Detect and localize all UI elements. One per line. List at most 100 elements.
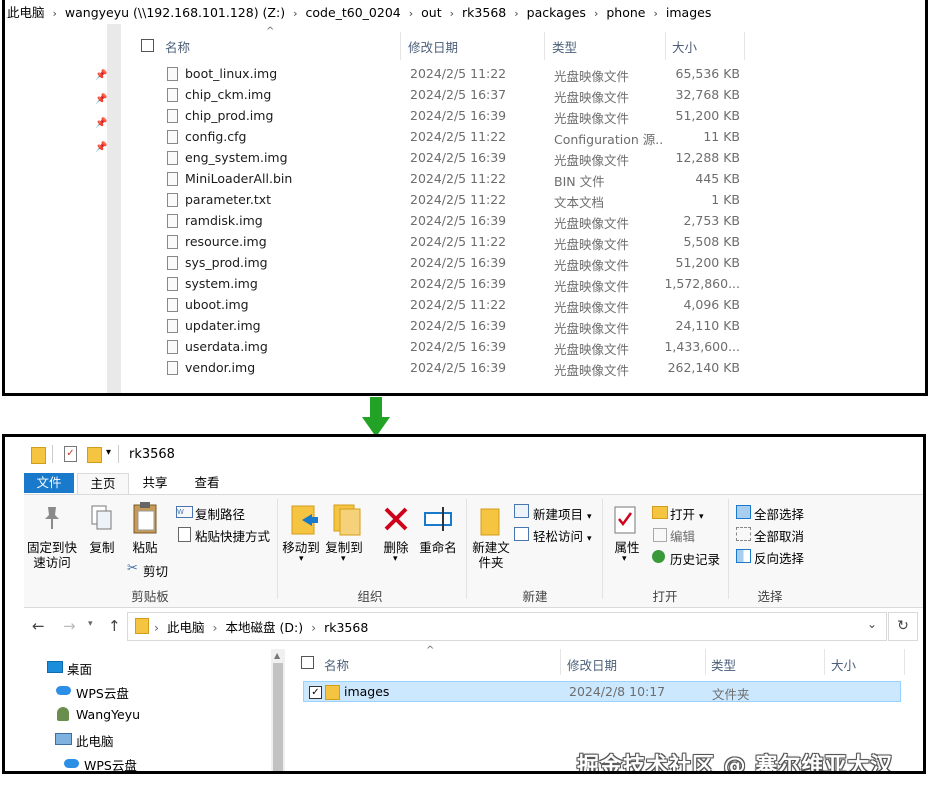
column-header-name[interactable]: 名称 [165,37,190,56]
move-to-button[interactable]: 移动到 [281,540,321,555]
crumb-images[interactable]: images [666,5,711,20]
crumb-this-pc[interactable]: 此电脑 [7,2,45,21]
customize-qat-icon[interactable]: ▾ [106,447,111,458]
file-name[interactable]: resource.img [185,234,267,249]
edit-button[interactable]: 编辑 [670,526,695,545]
address-crumb-this-pc[interactable]: 此电脑 [167,620,205,635]
open-button[interactable]: 打开 ▾ [670,504,704,523]
column-header-type[interactable]: 类型 [711,655,736,674]
table-row[interactable]: boot_linux.img 2024/2/5 11:22 光盘映像文件 65,536… [141,64,751,85]
select-all-checkbox[interactable] [301,656,314,669]
copy-path-button[interactable]: 复制路径 [195,504,245,523]
invert-selection-button[interactable]: 反向选择 [754,548,804,567]
table-row[interactable]: userdata.img 2024/2/5 16:39 光盘映像文件 1,433,60… [141,337,751,358]
file-name[interactable]: parameter.txt [185,192,271,207]
table-row-selected[interactable]: ✓ images 2024/2/8 10:17 文件夹 [303,681,901,702]
pin-icon[interactable]: 📌 [95,142,107,153]
paste-shortcut-button[interactable]: 粘贴快捷方式 [195,526,270,545]
properties-button[interactable]: 属性 [608,540,646,555]
delete-button[interactable]: 删除 [378,540,414,555]
table-row[interactable]: MiniLoaderAll.bin 2024/2/5 11:22 BIN 文件 445… [141,169,751,190]
refresh-icon[interactable]: ↻ [888,612,918,641]
easy-access-button[interactable]: 轻松访问 ▾ [533,526,592,545]
address-crumb-drive-d[interactable]: 本地磁盘 (D:) [226,620,304,635]
pin-icon[interactable]: 📌 [95,70,107,81]
file-name[interactable]: ramdisk.img [185,213,263,228]
column-header-size[interactable]: 大小 [672,37,697,56]
nav-pane-scrollbar[interactable] [107,24,121,393]
table-row[interactable]: chip_prod.img 2024/2/5 16:39 光盘映像文件 51,200 … [141,106,751,127]
new-folder-qat-icon[interactable] [87,447,102,463]
table-row[interactable]: updater.img 2024/2/5 16:39 光盘映像文件 24,110 KB [141,316,751,337]
crumb-network-drive[interactable]: wangyeyu (\\192.168.101.128) (Z:) [65,5,285,20]
column-header-type[interactable]: 类型 [552,37,577,56]
paste-button[interactable]: 粘贴 [125,540,165,555]
column-header-date[interactable]: 修改日期 [408,37,458,56]
tab-home[interactable]: 主页 [77,473,129,494]
file-name[interactable]: sys_prod.img [185,255,268,270]
file-name[interactable]: updater.img [185,318,261,333]
new-folder-button[interactable]: 新建文件夹 [469,540,513,570]
column-divider[interactable] [400,32,401,60]
file-name[interactable]: boot_linux.img [185,66,277,81]
column-header-size[interactable]: 大小 [831,655,856,674]
nav-item-wps-cloud-2[interactable]: WPS云盘 [84,755,137,771]
recent-locations-chevron-icon[interactable]: ▾ [88,619,93,629]
file-name[interactable]: userdata.img [185,339,268,354]
pin-icon[interactable]: 📌 [95,118,107,129]
tab-view[interactable]: 查看 [185,473,229,493]
item-name[interactable]: images [344,684,389,699]
table-row[interactable]: uboot.img 2024/2/5 11:22 光盘映像文件 4,096 KB [141,295,751,316]
pin-icon[interactable]: 📌 [95,94,107,105]
file-name[interactable]: config.cfg [185,129,246,144]
pin-to-quick-access-button[interactable]: 固定到快速访问 [27,540,77,570]
select-all-button[interactable]: 全部选择 [754,504,804,523]
crumb-out[interactable]: out [421,5,441,20]
file-name[interactable]: chip_prod.img [185,108,273,123]
table-row[interactable]: resource.img 2024/2/5 11:22 光盘映像文件 5,508 KB [141,232,751,253]
crumb-rk3568[interactable]: rk3568 [462,5,506,20]
up-arrow-icon[interactable]: ↑ [108,617,121,635]
table-row[interactable]: parameter.txt 2024/2/5 11:22 文本文档 1 KB [141,190,751,211]
table-row[interactable]: ramdisk.img 2024/2/5 16:39 光盘映像文件 2,753 KB [141,211,751,232]
scroll-up-icon[interactable]: ▲ [274,651,280,660]
column-header-date[interactable]: 修改日期 [567,655,617,674]
select-all-checkbox[interactable] [141,39,154,52]
table-row[interactable]: eng_system.img 2024/2/5 16:39 光盘映像文件 12,288… [141,148,751,169]
column-divider[interactable] [904,649,905,675]
cut-button[interactable]: 剪切 [143,561,168,580]
column-header-name[interactable]: 名称 [324,655,349,674]
table-row[interactable]: config.cfg 2024/2/5 11:22 Configuration 源.… [141,127,751,148]
file-name[interactable]: eng_system.img [185,150,288,165]
history-button[interactable]: 历史记录 [670,549,720,568]
column-divider[interactable] [744,32,745,60]
copy-to-button[interactable]: 复制到 [323,540,365,555]
file-name[interactable]: vendor.img [185,360,255,375]
file-name[interactable]: chip_ckm.img [185,87,271,102]
copy-button[interactable]: 复制 [85,540,119,555]
address-crumb-rk3568[interactable]: rk3568 [324,620,368,635]
crumb-phone[interactable]: phone [606,5,645,20]
new-item-button[interactable]: 新建项目 ▾ [533,504,592,523]
scrollbar-thumb[interactable] [273,663,283,771]
properties-qat-icon[interactable]: ✓ [64,446,77,462]
column-divider[interactable] [544,32,545,60]
file-name[interactable]: MiniLoaderAll.bin [185,171,292,186]
nav-item-this-pc[interactable]: 此电脑 [76,731,114,750]
column-divider[interactable] [705,649,706,675]
table-row[interactable]: system.img 2024/2/5 16:39 光盘映像文件 1,572,860.… [141,274,751,295]
nav-item-wangyeyu[interactable]: WangYeyu [76,707,140,722]
column-divider[interactable] [824,649,825,675]
nav-item-wps-cloud[interactable]: WPS云盘 [76,683,129,702]
address-dropdown-icon[interactable]: ⌄ [867,617,877,631]
table-row[interactable]: sys_prod.img 2024/2/5 16:39 光盘映像文件 51,200 K… [141,253,751,274]
forward-arrow-icon[interactable]: → [63,617,76,635]
rename-button[interactable]: 重命名 [416,540,460,555]
column-divider[interactable] [665,32,666,60]
table-row[interactable]: chip_ckm.img 2024/2/5 16:37 光盘映像文件 32,768 K… [141,85,751,106]
tab-share[interactable]: 共享 [133,473,177,493]
tab-file[interactable]: 文件 [24,473,74,493]
table-row[interactable]: vendor.img 2024/2/5 16:39 光盘映像文件 262,140 KB [141,358,751,379]
file-name[interactable]: system.img [185,276,258,291]
nav-item-desktop[interactable]: 桌面 [67,659,92,678]
